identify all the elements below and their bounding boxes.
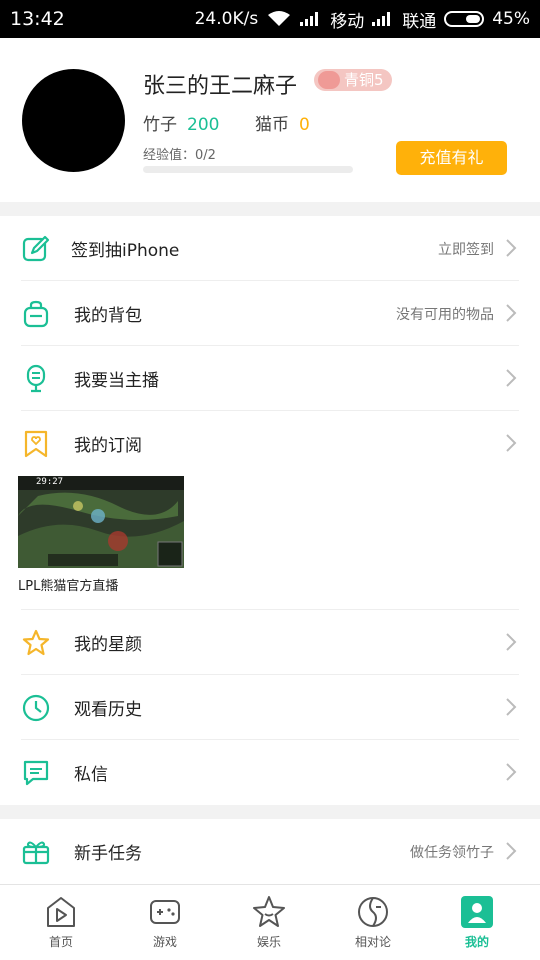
chevron-right-icon xyxy=(506,369,517,387)
subscription-caption[interactable]: LPL熊猫官方直播 xyxy=(18,575,118,594)
menu-label-signin: 签到抽iPhone xyxy=(71,241,180,261)
menu-label-backpack: 我的背包 xyxy=(74,306,142,326)
pig-icon xyxy=(318,71,340,89)
subscription-thumbnail[interactable]: 29:27 xyxy=(18,476,184,568)
experience-label: 经验值：0/2 xyxy=(143,148,216,163)
tab-label-relativity: 相对论 xyxy=(354,935,391,949)
menu-item-backpack[interactable]: 我的背包 没有可用的物品 xyxy=(0,281,540,346)
menu-item-newbie-tasks[interactable]: 新手任务 做任务领竹子 xyxy=(0,819,540,884)
menu-label-history: 观看历史 xyxy=(74,700,142,720)
tab-relativity[interactable]: 相对论 xyxy=(319,885,427,960)
chevron-right-icon xyxy=(506,633,517,651)
home-play-icon xyxy=(47,897,75,927)
menu-item-signin[interactable]: 签到抽iPhone 立即签到 xyxy=(0,216,540,281)
status-right: 24.0K/s 移动 联通 45% xyxy=(195,7,530,32)
signin-status: 立即签到 xyxy=(438,242,494,258)
battery-percent: 45% xyxy=(492,9,530,29)
bamboo-stat: 竹子 200 xyxy=(143,110,219,135)
menu-label-streamer: 我要当主播 xyxy=(74,371,159,391)
bookmark-heart-icon xyxy=(24,430,48,458)
carrier-2: 联通 xyxy=(402,11,437,32)
chevron-right-icon xyxy=(506,763,517,781)
menu-label-stars: 我的星颜 xyxy=(74,635,142,655)
bamboo-value: 200 xyxy=(187,115,220,135)
tab-label-entertainment: 娱乐 xyxy=(256,935,281,949)
menu-item-subscription[interactable]: 我的订阅 xyxy=(0,411,540,476)
bamboo-label: 竹子 xyxy=(143,115,177,135)
coin-stat: 猫币 0 xyxy=(255,110,310,135)
chevron-right-icon xyxy=(506,304,517,322)
game-screenshot-image xyxy=(18,476,184,568)
chevron-right-icon xyxy=(506,239,517,257)
coin-label: 猫币 xyxy=(255,115,289,135)
tab-games[interactable]: 游戏 xyxy=(111,885,219,960)
wifi-icon xyxy=(268,11,291,26)
experience-bar xyxy=(143,166,353,173)
menu-item-history[interactable]: 观看历史 xyxy=(0,675,540,740)
user-icon xyxy=(461,896,493,928)
coin-value: 0 xyxy=(299,115,310,135)
star-icon xyxy=(22,629,50,656)
avatar[interactable] xyxy=(22,69,125,172)
tab-mine[interactable]: 我的 xyxy=(423,885,531,960)
carrier-1: 移动 xyxy=(330,11,365,32)
menu-label-messages: 私信 xyxy=(74,765,108,785)
chevron-right-icon xyxy=(506,434,517,452)
menu-item-stars[interactable]: 我的星颜 xyxy=(0,610,540,675)
signal-icon-2 xyxy=(372,12,394,26)
star-face-icon xyxy=(253,896,285,927)
status-time: 13:42 xyxy=(10,8,65,30)
bottom-tab-bar: 首页 游戏 娱乐 相对论 我的 xyxy=(0,884,540,960)
tab-home[interactable]: 首页 xyxy=(7,885,115,960)
profile-card: 张三的王二麻子 青铜5 竹子 200 猫币 0 经验值：0/2 充值有礼 xyxy=(0,38,540,202)
level-badge: 青铜5 xyxy=(314,69,392,91)
stream-timer: 29:27 xyxy=(36,477,64,487)
menu-label-newbie-tasks: 新手任务 xyxy=(74,844,142,864)
chevron-right-icon xyxy=(506,842,517,860)
clock-icon xyxy=(22,694,50,722)
chevron-right-icon xyxy=(506,698,517,716)
status-bar: 13:42 24.0K/s 移动 联通 45% xyxy=(0,0,540,38)
battery-icon xyxy=(444,11,485,27)
network-speed: 24.0K/s xyxy=(194,9,259,29)
backpack-status: 没有可用的物品 xyxy=(396,307,494,323)
recharge-button[interactable]: 充值有礼 xyxy=(396,141,507,175)
newbie-tasks-hint: 做任务领竹子 xyxy=(410,845,494,861)
username: 张三的王二麻子 xyxy=(143,74,298,99)
menu-item-messages[interactable]: 私信 xyxy=(0,740,540,805)
edit-icon xyxy=(22,235,50,262)
backpack-icon xyxy=(23,300,49,328)
tab-entertainment[interactable]: 娱乐 xyxy=(215,885,323,960)
level-badge-text: 青铜5 xyxy=(344,71,384,89)
tab-label-games: 游戏 xyxy=(152,935,177,949)
menu-label-subscription: 我的订阅 xyxy=(74,436,142,456)
gamepad-icon xyxy=(150,900,180,924)
signal-icon-1 xyxy=(300,12,322,26)
gift-icon xyxy=(22,841,50,865)
microphone-icon xyxy=(26,364,46,393)
message-icon xyxy=(23,760,49,786)
menu-item-streamer[interactable]: 我要当主播 xyxy=(0,346,540,411)
tab-label-home: 首页 xyxy=(48,935,73,949)
menu-group-tasks: 新手任务 做任务领竹子 xyxy=(0,819,540,884)
tab-label-mine: 我的 xyxy=(464,935,489,949)
planet-icon xyxy=(358,897,388,927)
